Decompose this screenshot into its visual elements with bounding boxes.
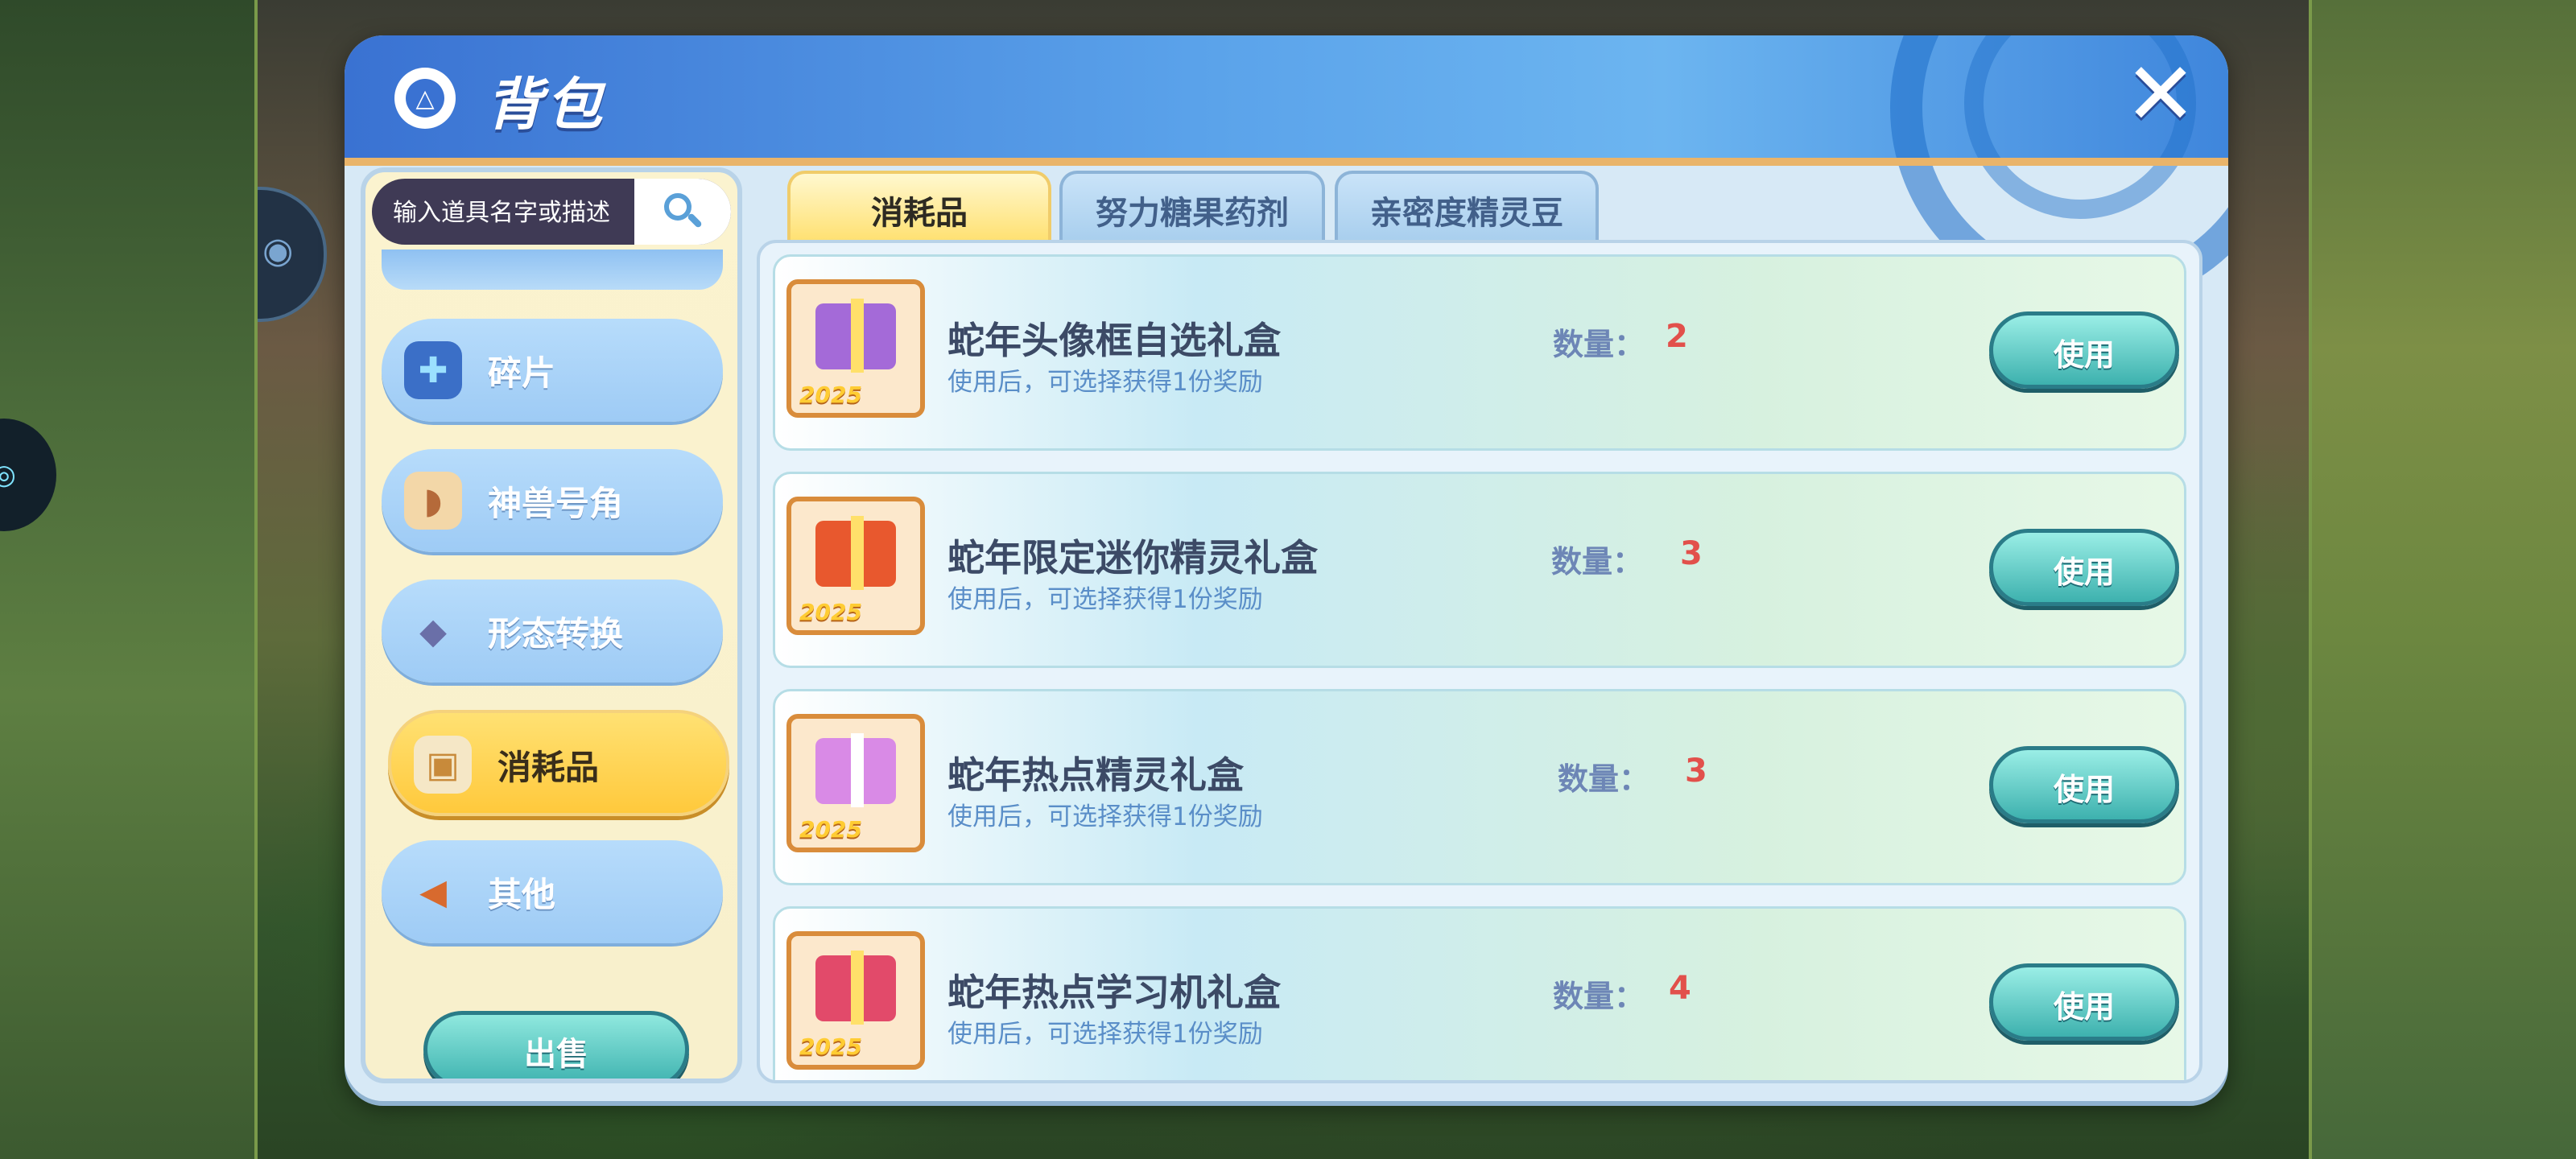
search-input[interactable] bbox=[391, 190, 636, 235]
rocket-icon: ◉ bbox=[262, 230, 294, 271]
list-item: 2025 蛇年限定迷你精灵礼盒 使用后，可选择获得1份奖励 数量： 3 使用 bbox=[773, 472, 2186, 668]
search-bar bbox=[372, 179, 731, 245]
tab-effort-candy[interactable]: 努力糖果药剂 bbox=[1059, 171, 1325, 240]
backpack-logo-icon: △ bbox=[394, 68, 456, 129]
quantity-label: 数量： bbox=[1553, 327, 1645, 362]
gift-box-icon: ▣ bbox=[414, 736, 472, 794]
background-left bbox=[0, 0, 256, 1159]
tab-label: 亲密度精灵豆 bbox=[1370, 195, 1563, 232]
quantity-label: 数量： bbox=[1551, 544, 1644, 580]
puzzle-icon: ✚ bbox=[404, 341, 462, 399]
avatar-frame-gift-icon: 2025 bbox=[786, 279, 925, 418]
background-edge-right bbox=[2309, 0, 2312, 1159]
search-button[interactable] bbox=[634, 179, 731, 245]
crystal-icon: ◆ bbox=[419, 610, 447, 652]
item-list: 2025 蛇年头像框自选礼盒 使用后，可选择获得1份奖励 数量： 2 使用 20… bbox=[757, 240, 2202, 1083]
use-button[interactable]: 使用 bbox=[1989, 746, 2179, 823]
tab-consumables[interactable]: 消耗品 bbox=[787, 171, 1051, 240]
close-icon[interactable]: ✕ bbox=[2122, 52, 2199, 138]
sidebar-item-partial[interactable] bbox=[382, 250, 723, 290]
sidebar-item-label: 碎片 bbox=[488, 353, 556, 393]
list-item: 2025 蛇年热点学习机礼盒 使用后，可选择获得1份奖励 数量： 4 使用 bbox=[773, 906, 2186, 1080]
sidebar-item-form-change[interactable]: ◆ 形态转换 bbox=[382, 580, 723, 683]
item-description: 使用后，可选择获得1份奖励 bbox=[947, 585, 1263, 614]
item-name: 蛇年头像框自选礼盒 bbox=[947, 319, 1281, 362]
quantity-value: 2 bbox=[1666, 318, 1688, 355]
magnifier-icon bbox=[664, 193, 703, 230]
sidebar-item-label: 形态转换 bbox=[488, 614, 624, 654]
quantity-label: 数量： bbox=[1558, 761, 1650, 797]
sidebar-item-consumables[interactable]: ▣ 消耗品 bbox=[388, 710, 729, 816]
quantity-value: 3 bbox=[1680, 535, 1703, 572]
horn-icon: ◗ bbox=[404, 472, 462, 530]
header-divider bbox=[345, 158, 2228, 166]
sidebar-item-other[interactable]: ◀ 其他 bbox=[382, 840, 723, 943]
tab-intimacy-beans[interactable]: 亲密度精灵豆 bbox=[1335, 171, 1599, 240]
mini-spirit-gift-icon: 2025 bbox=[786, 497, 925, 635]
sidebar-item-beast-horn[interactable]: ◗ 神兽号角 bbox=[382, 449, 723, 552]
use-button-label: 使用 bbox=[2053, 555, 2115, 590]
item-description: 使用后，可选择获得1份奖励 bbox=[947, 802, 1263, 831]
panel-header: △ 背包 ✕ bbox=[345, 35, 2228, 309]
item-name: 蛇年限定迷你精灵礼盒 bbox=[947, 536, 1318, 580]
sidebar-item-label: 其他 bbox=[488, 875, 556, 914]
item-description: 使用后，可选择获得1份奖励 bbox=[947, 1020, 1263, 1049]
sidebar-item-label: 神兽号角 bbox=[488, 484, 624, 523]
sell-button-label: 出售 bbox=[524, 1036, 588, 1073]
sidebar-item-label: 消耗品 bbox=[497, 748, 600, 787]
use-button-label: 使用 bbox=[2053, 772, 2115, 807]
learning-machine-gift-icon: 2025 bbox=[786, 931, 925, 1070]
use-button-label: 使用 bbox=[2053, 337, 2115, 373]
background-right bbox=[2310, 0, 2576, 1159]
backpack-panel: △ 背包 ✕ ✚ 碎片 ◗ 神兽号角 ◆ 形态转换 ▣ 消耗 bbox=[345, 35, 2228, 1101]
tab-label: 消耗品 bbox=[871, 195, 968, 232]
use-button[interactable]: 使用 bbox=[1989, 529, 2179, 606]
use-button[interactable]: 使用 bbox=[1989, 963, 2179, 1041]
quantity-value: 4 bbox=[1669, 970, 1691, 1007]
list-item: 2025 蛇年头像框自选礼盒 使用后，可选择获得1份奖励 数量： 2 使用 bbox=[773, 254, 2186, 451]
tab-label: 努力糖果药剂 bbox=[1096, 195, 1289, 232]
item-name: 蛇年热点学习机礼盒 bbox=[947, 971, 1281, 1014]
sell-button[interactable]: 出售 bbox=[423, 1011, 689, 1079]
list-item: 2025 蛇年热点精灵礼盒 使用后，可选择获得1份奖励 数量： 3 使用 bbox=[773, 689, 2186, 885]
item-name: 蛇年热点精灵礼盒 bbox=[947, 753, 1244, 797]
category-sidebar: ✚ 碎片 ◗ 神兽号角 ◆ 形态转换 ▣ 消耗品 ◀ 其他 出售 bbox=[361, 167, 742, 1083]
quantity-label: 数量： bbox=[1553, 979, 1645, 1014]
spirit-gift-icon: 2025 bbox=[786, 714, 925, 852]
item-description: 使用后，可选择获得1份奖励 bbox=[947, 368, 1263, 397]
background-edge-left bbox=[254, 0, 258, 1159]
sidebar-item-fragments[interactable]: ✚ 碎片 bbox=[382, 319, 723, 422]
use-button-label: 使用 bbox=[2053, 989, 2115, 1025]
page-title: 背包 bbox=[486, 72, 605, 138]
megaphone-icon: ◀ bbox=[419, 871, 447, 913]
use-button[interactable]: 使用 bbox=[1989, 311, 2179, 389]
quantity-value: 3 bbox=[1685, 753, 1707, 790]
